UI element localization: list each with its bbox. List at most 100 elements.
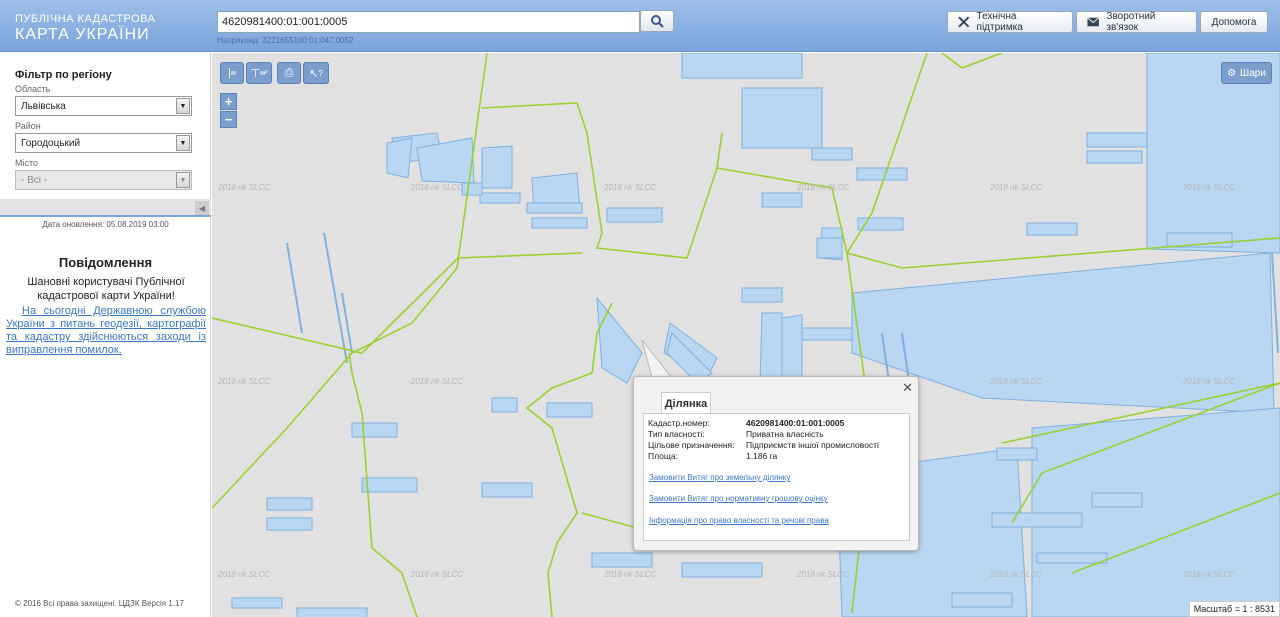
row-key: Площа: xyxy=(648,451,678,461)
watermark: 2018 rik SLCC xyxy=(1183,183,1236,192)
filter-title: Фільтр по регіону xyxy=(15,69,112,81)
search-button[interactable] xyxy=(640,10,674,32)
logo-line1: ПУБЛІЧНА КАДАСТРОВА xyxy=(15,13,156,25)
parcel xyxy=(491,397,518,413)
parcel xyxy=(266,497,313,511)
parcel xyxy=(461,182,483,196)
notice-text: Шановні користувачі Публічної кадастрово… xyxy=(27,276,185,302)
search-input[interactable] xyxy=(217,11,640,33)
parcel xyxy=(759,312,783,384)
parcel xyxy=(1091,492,1143,508)
gear-icon: ⚙ xyxy=(1227,67,1237,79)
boundary xyxy=(481,102,723,259)
parcel xyxy=(266,517,313,531)
strip xyxy=(286,242,303,334)
feedback-label: Зворотний зв'язок xyxy=(1106,11,1156,33)
notice-link[interactable]: На сьогодні Державною службою України з … xyxy=(6,305,206,357)
search-hint: Наприклад: 3221655100:01:047:0052 xyxy=(217,36,354,45)
parcel xyxy=(606,207,663,223)
row-cadastral-number: Кадастр.номер: 4620981400:01:001:0005 xyxy=(648,418,844,428)
chevron-down-icon: ▼ xyxy=(176,98,190,114)
identify-button[interactable]: ↖? xyxy=(303,62,329,84)
chevron-down-icon: ▼ xyxy=(176,172,190,188)
parcel xyxy=(361,477,418,493)
close-icon[interactable]: ✕ xyxy=(902,380,913,396)
header: ПУБЛІЧНА КАДАСТРОВА КАРТА УКРАЇНИ Наприк… xyxy=(0,0,1280,52)
search-icon xyxy=(651,15,664,28)
print-button[interactable]: ⎙ xyxy=(277,62,301,84)
parcel xyxy=(1036,552,1108,564)
city-select[interactable]: - Всі - ▼ xyxy=(15,170,192,190)
watermark: 2018 rik SLCC xyxy=(797,183,850,192)
ownership-info-link[interactable]: Інформація про право власності та речові… xyxy=(649,516,829,525)
watermark: 2018 rik SLCC xyxy=(218,570,271,579)
parcel xyxy=(479,192,521,204)
support-button[interactable]: Технічна підтримка xyxy=(947,11,1073,33)
map[interactable]: 2018 rik SLCC 2018 rik SLCC 2018 rik SLC… xyxy=(212,53,1280,617)
notice-title: Повідомлення xyxy=(58,255,153,270)
collapse-bar: ◀ xyxy=(0,199,211,217)
region-select[interactable]: Львівська ▼ xyxy=(15,96,192,116)
boundary xyxy=(212,252,583,354)
area-icon: ⊤ xyxy=(250,67,261,80)
watermark: 2018 rik SLCC xyxy=(411,570,464,579)
region-value: Львівська xyxy=(21,100,66,112)
row-key: Тип власності: xyxy=(648,429,705,439)
scale-indicator: Масштаб = 1 : 8531 xyxy=(1188,601,1280,617)
help-label: Допомога xyxy=(1211,16,1257,28)
order-extract-link[interactable]: Замовити Витяг про земельну ділянку xyxy=(649,473,790,482)
logo-line2: КАРТА УКРАЇНИ xyxy=(15,26,150,43)
boundary xyxy=(212,53,488,509)
region-label: Область xyxy=(15,84,51,94)
row-value: Приватна власність xyxy=(746,429,824,439)
city-label: Місто xyxy=(15,158,39,168)
row-value: 4620981400:01:001:0005 xyxy=(746,418,845,428)
parcel xyxy=(991,512,1083,528)
collapse-sidebar-button[interactable]: ◀ xyxy=(195,201,209,215)
parcel xyxy=(481,482,533,498)
order-valuation-link[interactable]: Замовити Витяг про нормативну грошову оц… xyxy=(649,494,828,503)
parcel xyxy=(996,447,1038,461)
site-logo[interactable]: ПУБЛІЧНА КАДАСТРОВА КАРТА УКРАЇНИ xyxy=(15,13,155,44)
parcel xyxy=(231,597,283,609)
envelope-icon xyxy=(1087,17,1100,27)
watermark: 2018 rik SLCC xyxy=(990,183,1043,192)
watermark: 2018 rik SLCC xyxy=(797,570,850,579)
layers-button[interactable]: ⚙ Шари xyxy=(1221,62,1272,84)
parcel xyxy=(1086,150,1143,164)
update-date: Дата оновлення: 05.08.2019 03:00 xyxy=(42,220,169,229)
watermark: 2018 rik SLCC xyxy=(1183,377,1236,386)
feedback-button[interactable]: Зворотний зв'язок xyxy=(1076,11,1197,33)
help-button[interactable]: Допомога xyxy=(1200,11,1268,33)
parcel xyxy=(546,402,593,418)
district-select[interactable]: Городоцький ▼ xyxy=(15,133,192,153)
parcel xyxy=(1026,222,1078,236)
info-q: ? xyxy=(318,68,323,78)
watermark: 2018 rik SLCC xyxy=(411,377,464,386)
layers-label: Шари xyxy=(1240,67,1266,79)
row-purpose: Цільове призначення: Підприємств іншої пр… xyxy=(648,440,879,450)
district-value: Городоцький xyxy=(21,137,81,149)
parcel xyxy=(591,552,653,568)
parcel xyxy=(296,607,368,617)
parcel xyxy=(531,217,588,229)
measure-distance-button[interactable]: | м xyxy=(220,62,244,84)
meter-subscript: м xyxy=(231,69,236,77)
support-label: Технічна підтримка xyxy=(976,11,1023,33)
zoom-in-button[interactable]: + xyxy=(220,93,237,110)
row-value: Підприємств іншої промисловості xyxy=(746,440,879,450)
measure-area-button[interactable]: ⊤ м² xyxy=(246,62,272,84)
parcel xyxy=(741,87,823,149)
watermark: 2018 rik SLCC xyxy=(411,183,464,192)
zoom-out-button[interactable]: − xyxy=(220,111,237,128)
sidebar: Фільтр по регіону Область Львівська ▼ Ра… xyxy=(0,53,211,617)
parcel xyxy=(816,237,843,259)
parcel xyxy=(596,296,643,384)
parcel xyxy=(681,562,763,578)
watermark: 2018 rik SLCC xyxy=(604,570,657,579)
row-value: 1.186 га xyxy=(746,451,778,461)
parcel xyxy=(951,592,1013,608)
tab-parcel[interactable]: Ділянка xyxy=(661,392,711,414)
area-subscript: м² xyxy=(260,69,268,77)
parcel xyxy=(781,314,803,384)
